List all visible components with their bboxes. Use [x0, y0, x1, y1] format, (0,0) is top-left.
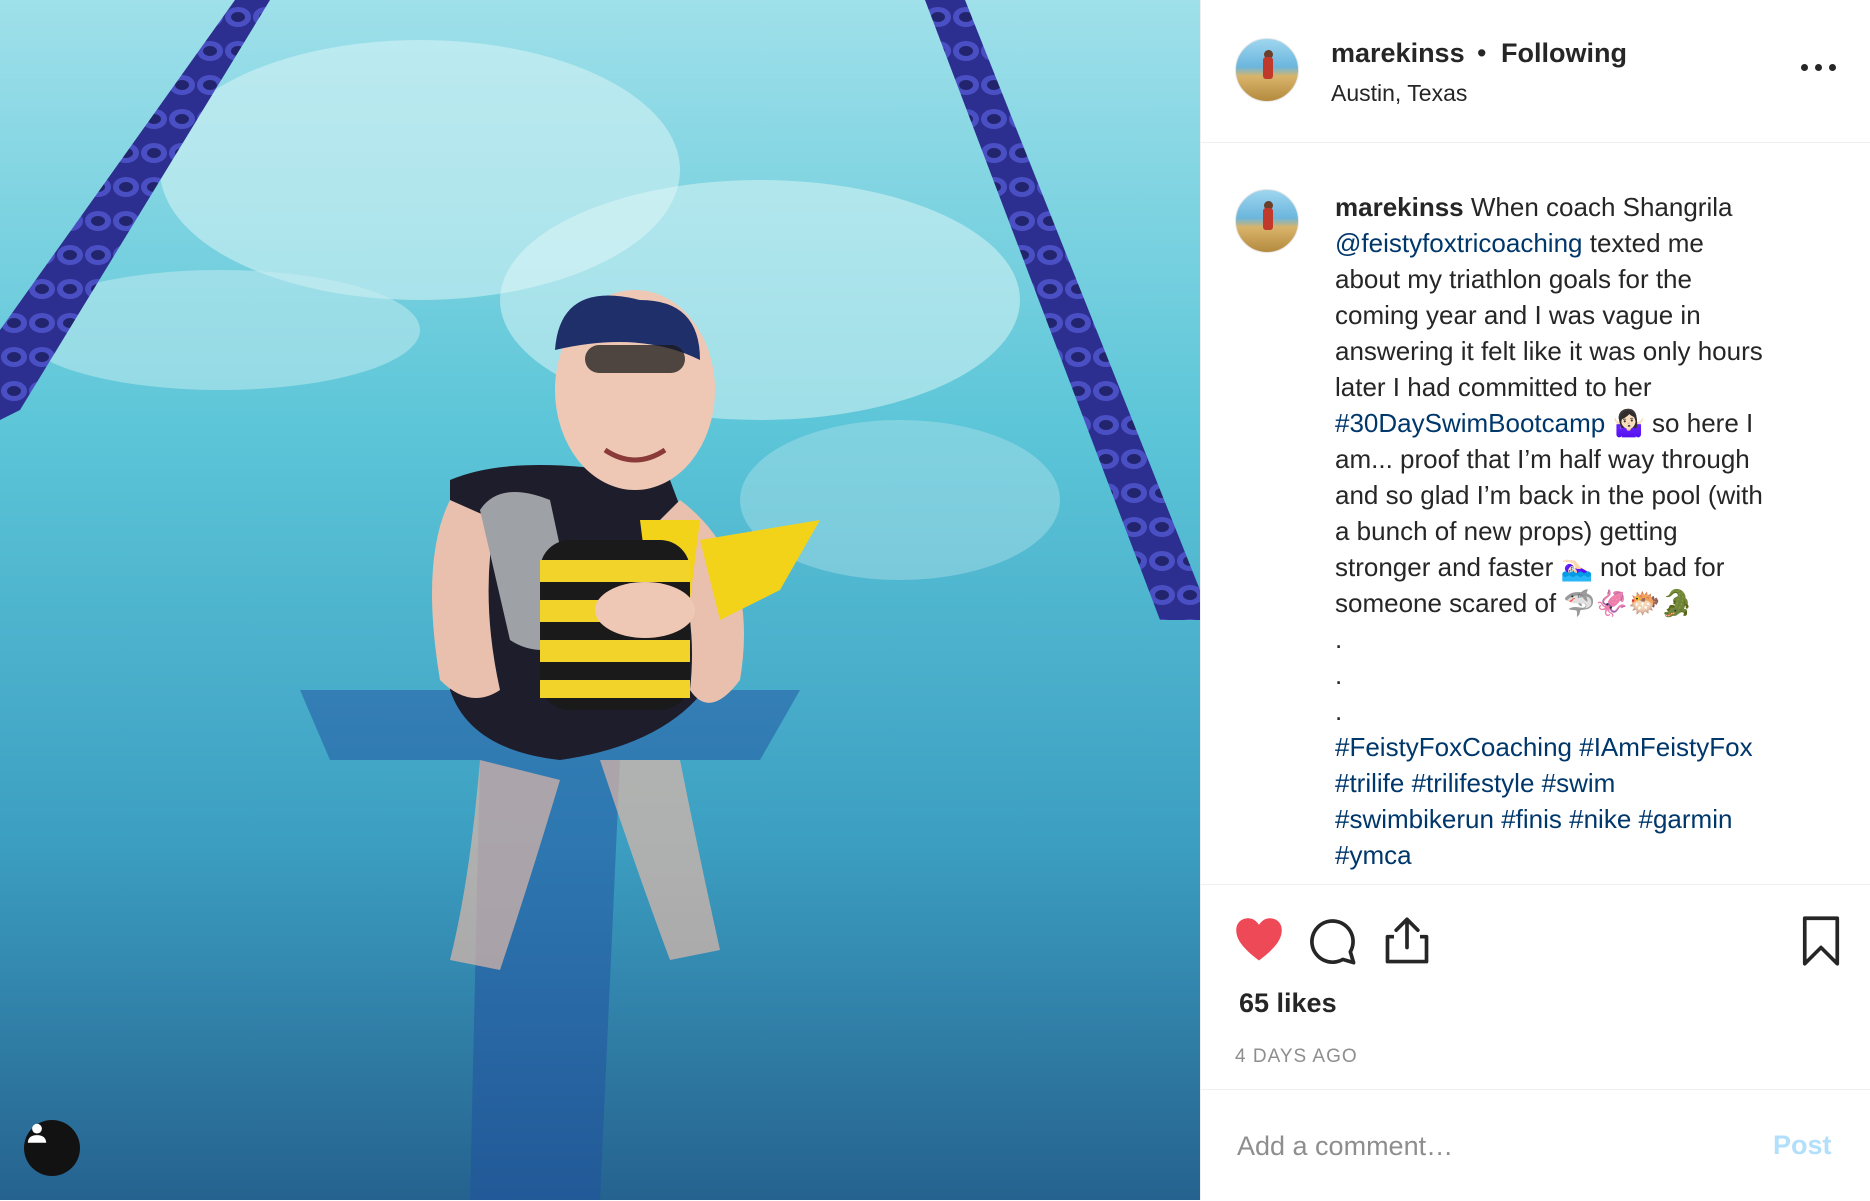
hashtag-link[interactable]: #finis: [1501, 804, 1562, 834]
hashtag-list: #FeistyFoxCoaching #IAmFeistyFox #trilif…: [1335, 732, 1753, 870]
comment-icon: [1310, 919, 1356, 965]
header-separator: •: [1477, 38, 1487, 68]
comment-input[interactable]: [1237, 1126, 1717, 1166]
hashtag-link[interactable]: #swim: [1542, 768, 1616, 798]
hashtag-separator: [1631, 804, 1638, 834]
hashtag-link[interactable]: #trilifestyle: [1412, 768, 1535, 798]
heart-filled-icon: [1236, 918, 1282, 961]
hashtag-separator: [1534, 768, 1541, 798]
hashtag-link[interactable]: #IAmFeistyFox: [1579, 732, 1752, 762]
avatar[interactable]: [1235, 38, 1299, 102]
like-button[interactable]: [1233, 915, 1285, 967]
save-button[interactable]: [1795, 915, 1847, 967]
caption-text: marekinss When coach Shangrila @feistyfo…: [1335, 189, 1835, 873]
caption-avatar[interactable]: [1235, 189, 1299, 253]
share-button[interactable]: [1381, 915, 1433, 967]
share-icon: [1385, 917, 1429, 964]
hashtag-link[interactable]: #trilife: [1335, 768, 1404, 798]
caption-segment: 🤷🏻‍♀️ so here I am... proof that I’m hal…: [1335, 408, 1763, 726]
pool-swimmer-image: [0, 0, 1200, 1200]
header-username[interactable]: marekinss: [1331, 38, 1465, 69]
hashtag-link[interactable]: #garmin: [1639, 804, 1733, 834]
caption-segment: When coach Shangrila: [1470, 192, 1733, 222]
hashtag-link[interactable]: #FeistyFoxCoaching: [1335, 732, 1572, 762]
hashtag-link[interactable]: #nike: [1569, 804, 1631, 834]
comment-bar: Post: [1201, 1089, 1870, 1201]
post-side-panel: marekinss • Following Austin, Texas mare…: [1200, 0, 1870, 1200]
more-options-icon[interactable]: [1801, 60, 1837, 74]
timestamp[interactable]: 4 DAYS AGO: [1235, 1046, 1358, 1068]
user-silhouette-icon: [27, 1123, 47, 1143]
caption-section: marekinss When coach Shangrila @feistyfo…: [1201, 143, 1870, 885]
hashtag-link[interactable]: #swimbikerun: [1335, 804, 1494, 834]
post-photo[interactable]: [0, 0, 1200, 1200]
location-link[interactable]: Austin, Texas: [1331, 80, 1467, 107]
action-bar: [1201, 900, 1870, 980]
post-comment-button[interactable]: Post: [1773, 1130, 1832, 1161]
hashtag-link[interactable]: #ymca: [1335, 840, 1412, 870]
caption-username[interactable]: marekinss: [1335, 192, 1464, 222]
hashtag-separator: [1404, 768, 1411, 798]
bookmark-icon: [1802, 916, 1840, 966]
post-header: marekinss • Following Austin, Texas: [1201, 0, 1870, 143]
comment-button[interactable]: [1307, 915, 1359, 967]
hashtag-link[interactable]: #30DaySwimBootcamp: [1335, 408, 1605, 438]
following-button[interactable]: Following: [1501, 38, 1627, 69]
like-count[interactable]: 65 likes: [1239, 988, 1337, 1019]
mention-link[interactable]: @feistyfoxtricoaching: [1335, 228, 1583, 258]
tagged-users-button[interactable]: [24, 1120, 80, 1176]
